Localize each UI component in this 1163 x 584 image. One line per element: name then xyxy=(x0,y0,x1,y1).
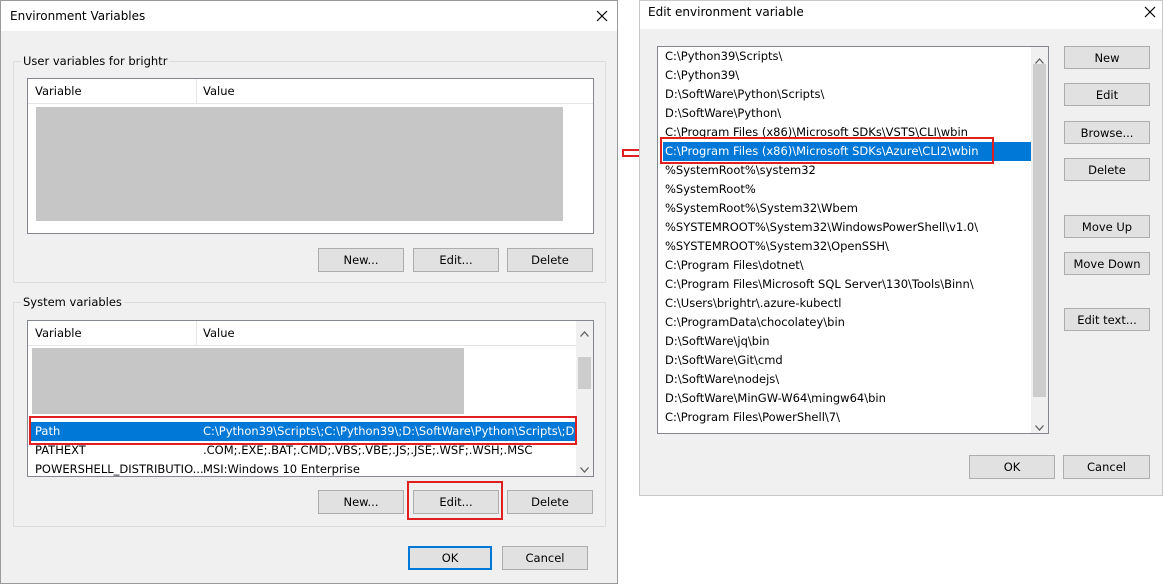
list-item[interactable]: D:\SoftWare\nodejs\ xyxy=(665,370,779,389)
list-item[interactable]: C:\Users\brightr\.azure-kubectl xyxy=(665,294,842,313)
list-item[interactable]: C:\Python39\Scripts\ xyxy=(665,47,782,66)
edit-highlight-box xyxy=(407,481,503,520)
delete-button[interactable]: Delete xyxy=(1064,158,1150,181)
column-value[interactable]: Value xyxy=(203,84,235,98)
move-up-button[interactable]: Move Up xyxy=(1064,215,1150,238)
new-button[interactable]: New xyxy=(1064,46,1150,69)
user-new-button[interactable]: New... xyxy=(318,248,404,272)
user-variables-list[interactable]: Variable Value xyxy=(27,78,594,234)
list-item[interactable]: C:\Program Files\PowerShell\7\ xyxy=(665,408,840,427)
column-variable[interactable]: Variable xyxy=(35,326,82,340)
list-item[interactable]: %SYSTEMROOT%\System32\WindowsPowerShell\… xyxy=(665,218,978,237)
vertical-scrollbar[interactable] xyxy=(1031,47,1048,433)
selected-path-highlight-box xyxy=(660,137,994,164)
dialog-title: Environment Variables xyxy=(10,9,146,23)
list-item[interactable]: %SystemRoot%\System32\Wbem xyxy=(665,199,858,218)
list-item[interactable]: C:\Program Files\dotnet\ xyxy=(665,256,804,275)
row-value: MSI:Windows 10 Enterprise xyxy=(203,462,360,476)
list-item[interactable]: D:\SoftWare\jq\bin xyxy=(665,332,770,351)
user-delete-button[interactable]: Delete xyxy=(507,248,593,272)
column-value[interactable]: Value xyxy=(203,326,235,340)
scroll-thumb[interactable] xyxy=(1033,64,1046,397)
column-variable[interactable]: Variable xyxy=(35,84,82,98)
scroll-up-icon[interactable] xyxy=(580,326,589,340)
system-new-button[interactable]: New... xyxy=(318,490,404,514)
list-item[interactable]: C:\Program Files\Microsoft SQL Server\13… xyxy=(665,275,974,294)
system-delete-button[interactable]: Delete xyxy=(507,490,593,514)
list-header: Variable Value xyxy=(28,321,593,346)
list-item-partial[interactable] xyxy=(665,429,865,433)
system-variables-list[interactable]: Variable Value Path C:\Python39\Scripts\… xyxy=(27,320,594,477)
vertical-scrollbar[interactable] xyxy=(576,321,593,476)
edit-text-button[interactable]: Edit text... xyxy=(1064,308,1150,331)
list-item[interactable]: C:\ProgramData\chocolatey\bin xyxy=(665,313,845,332)
list-item[interactable]: D:\SoftWare\MinGW-W64\mingw64\bin xyxy=(665,389,886,408)
close-icon[interactable] xyxy=(1139,1,1161,23)
browse-button[interactable]: Browse... xyxy=(1064,121,1150,144)
list-header: Variable Value xyxy=(28,79,593,104)
path-highlight-box xyxy=(29,416,577,445)
user-variables-label: User variables for brightr xyxy=(21,54,170,68)
list-item[interactable]: D:\SoftWare\Git\cmd xyxy=(665,351,783,370)
row-variable: POWERSHELL_DISTRIBUTIO... xyxy=(35,462,204,476)
scroll-down-icon[interactable] xyxy=(1035,420,1044,433)
ok-button[interactable]: OK xyxy=(408,546,492,570)
table-row[interactable]: POWERSHELL_DISTRIBUTIO... MSI:Windows 10… xyxy=(30,460,575,476)
scroll-thumb[interactable] xyxy=(578,357,591,389)
user-edit-button[interactable]: Edit... xyxy=(413,248,499,272)
scroll-down-icon[interactable] xyxy=(580,462,589,476)
ok-button[interactable]: OK xyxy=(969,455,1055,479)
list-item[interactable]: C:\Python39\ xyxy=(665,66,739,85)
list-item[interactable]: D:\SoftWare\Python\Scripts\ xyxy=(665,85,824,104)
close-icon[interactable] xyxy=(591,5,613,27)
move-down-button[interactable]: Move Down xyxy=(1064,252,1150,275)
edit-button[interactable]: Edit xyxy=(1064,83,1150,106)
cancel-button[interactable]: Cancel xyxy=(502,546,588,570)
list-item[interactable]: %SystemRoot% xyxy=(665,180,756,199)
cancel-button[interactable]: Cancel xyxy=(1063,455,1150,479)
redacted-area xyxy=(36,107,563,221)
list-item[interactable]: %SYSTEMROOT%\System32\OpenSSH\ xyxy=(665,237,889,256)
environment-variables-dialog: Environment Variables User variables for… xyxy=(0,0,618,584)
list-item[interactable]: D:\SoftWare\Python\ xyxy=(665,104,781,123)
system-variables-label: System variables xyxy=(21,295,124,309)
dialog-title: Edit environment variable xyxy=(648,5,804,19)
redacted-area xyxy=(32,348,464,414)
